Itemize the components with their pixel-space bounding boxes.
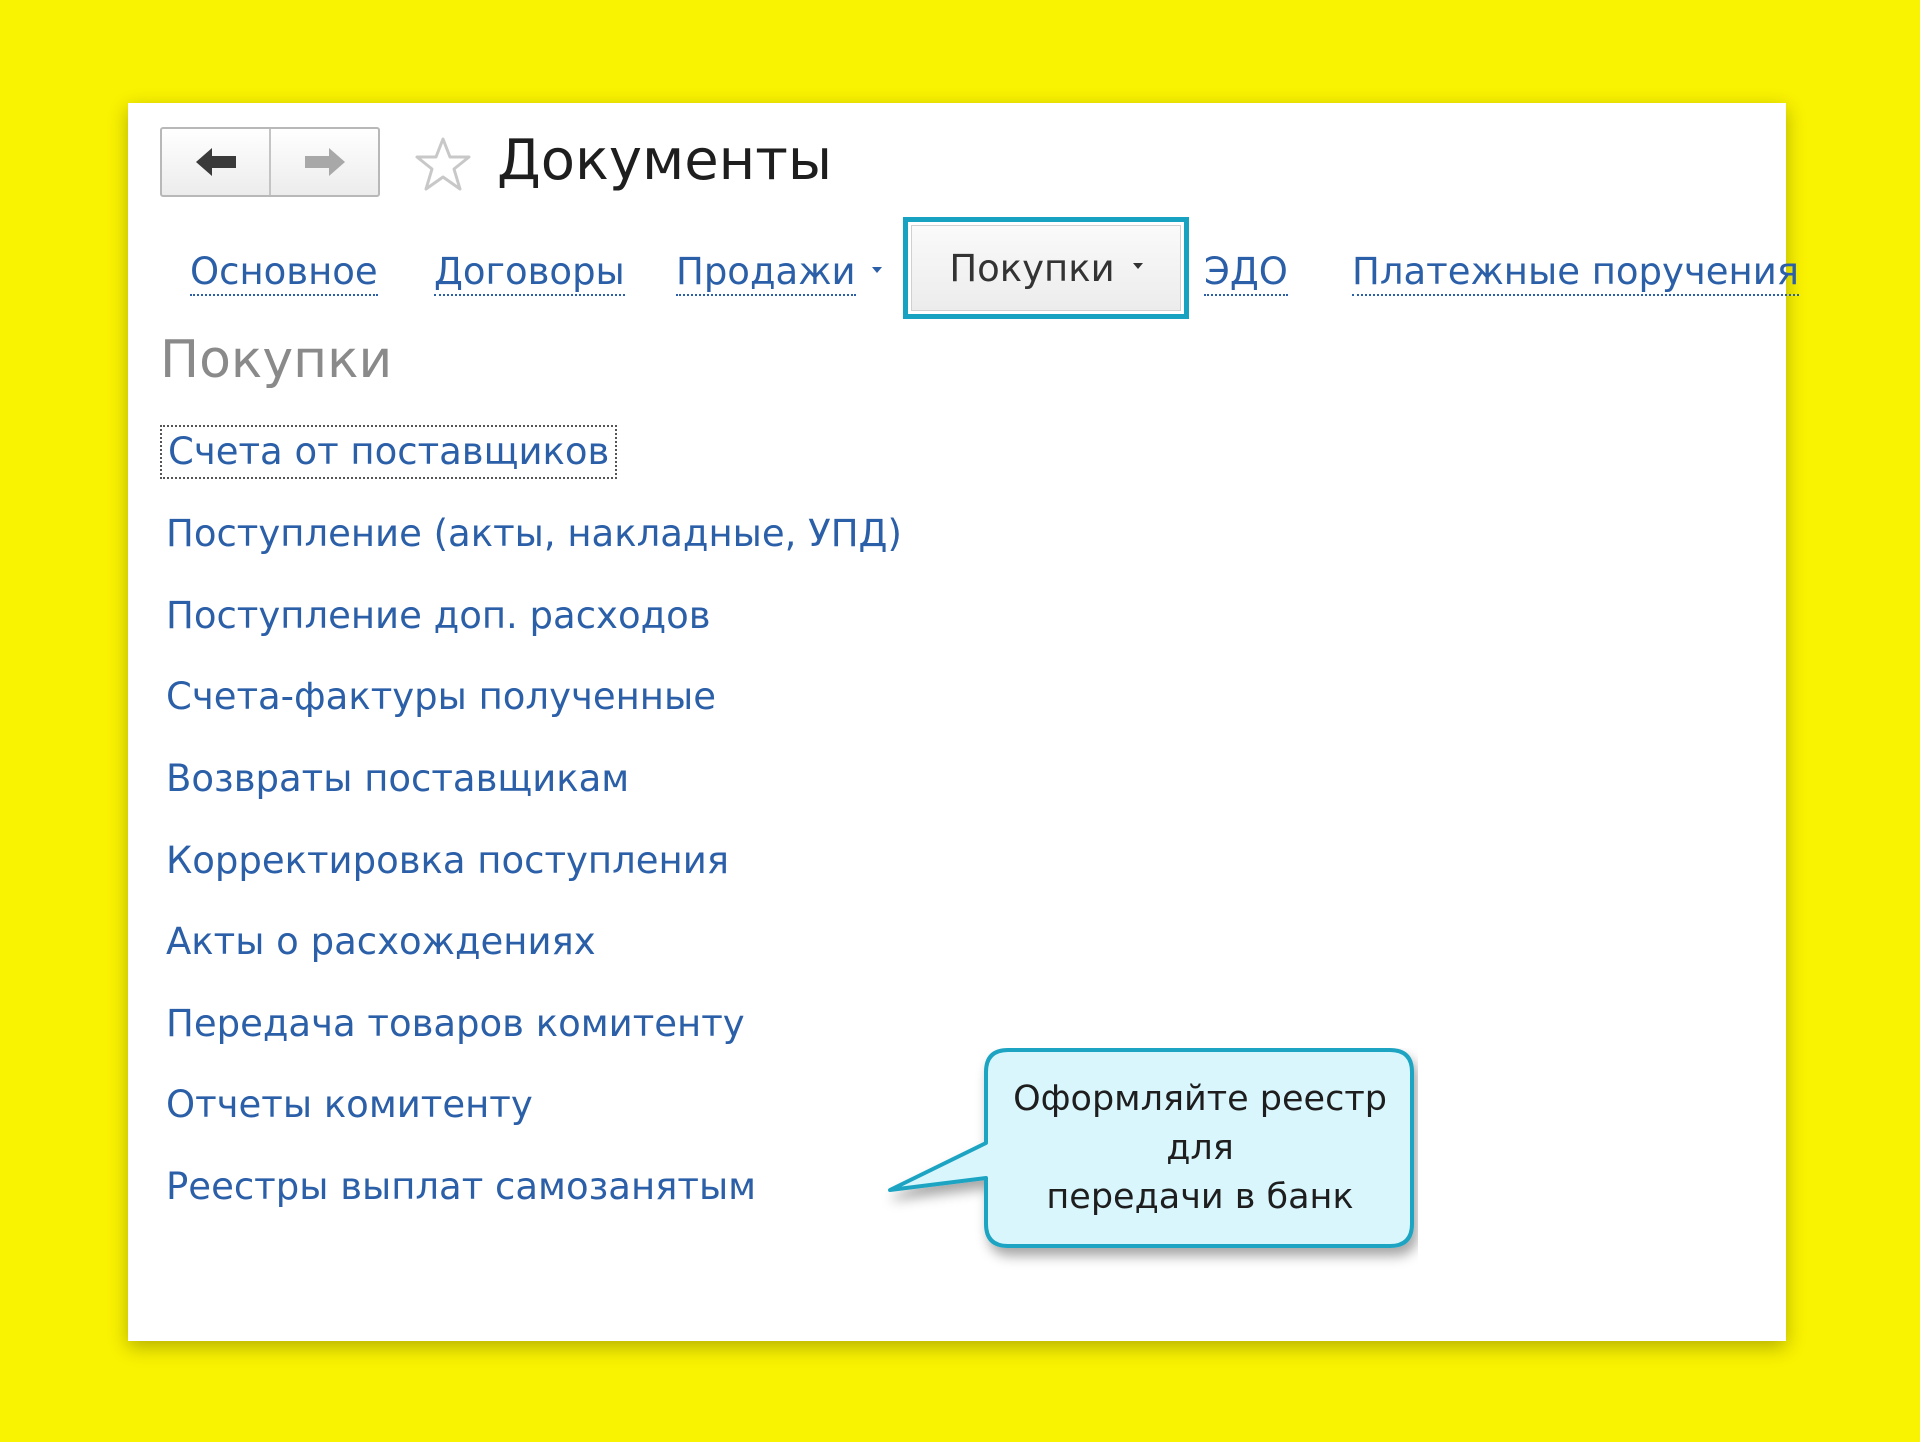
tab-label: Покупки [949,246,1115,290]
star-icon[interactable] [413,135,473,195]
forward-button[interactable] [269,129,378,195]
arrow-left-icon [195,148,236,176]
callout-text: Оформляйте реестр для передачи в банк [1013,1078,1387,1217]
navigation-buttons [160,127,380,197]
link-peredacha-tovarov-komitentu[interactable]: Передача товаров комитенту [166,999,745,1049]
link-scheta-ot-postavshchikov[interactable]: Счета от поставщиков [160,425,618,479]
link-scheta-faktury-poluchennye[interactable]: Счета-фактуры полученные [166,672,716,722]
link-akty-o-raskhozhdeniyakh[interactable]: Акты о расхождениях [166,917,596,967]
tab-prodazhi[interactable]: Продажи [676,241,882,303]
section-title: Покупки [160,330,393,390]
tab-edo[interactable]: ЭДО [1204,241,1288,303]
arrow-right-icon [304,148,345,176]
window-title: Документы [497,128,833,193]
tab-osnovnoe[interactable]: Основное [190,241,378,303]
tab-label: ЭДО [1204,250,1288,296]
caret-down-icon [871,266,882,273]
tab-platezhnye-porucheniya[interactable]: Платежные поручения [1352,241,1800,303]
documents-panel: Документы Основное Договоры Продажи Поку… [128,103,1800,1341]
back-button[interactable] [162,129,269,195]
tab-label: Основное [190,250,378,296]
tab-label: Договоры [434,250,625,296]
tab-pokupki[interactable]: Покупки [903,217,1189,319]
link-korrektirovka-postupleniya[interactable]: Корректировка поступления [166,836,729,886]
callout-tooltip: Оформляйте реестр для передачи в банк [848,1048,1418,1338]
link-otchety-komitentu[interactable]: Отчеты комитенту [166,1080,533,1130]
tab-label: Продажи [676,250,856,296]
link-postuplenie-dop-raskhodov[interactable]: Поступление доп. расходов [166,591,711,641]
link-reestry-vyplat-samozanyatym[interactable]: Реестры выплат самозанятым [166,1162,756,1212]
tab-dogovory[interactable]: Договоры [434,241,625,303]
caret-down-icon [1132,263,1143,269]
tab-label: Платежные поручения [1352,250,1800,296]
link-vozvraty-postavshchikam[interactable]: Возвраты поставщикам [166,754,629,804]
link-postuplenie[interactable]: Поступление (акты, накладные, УПД) [166,509,902,559]
